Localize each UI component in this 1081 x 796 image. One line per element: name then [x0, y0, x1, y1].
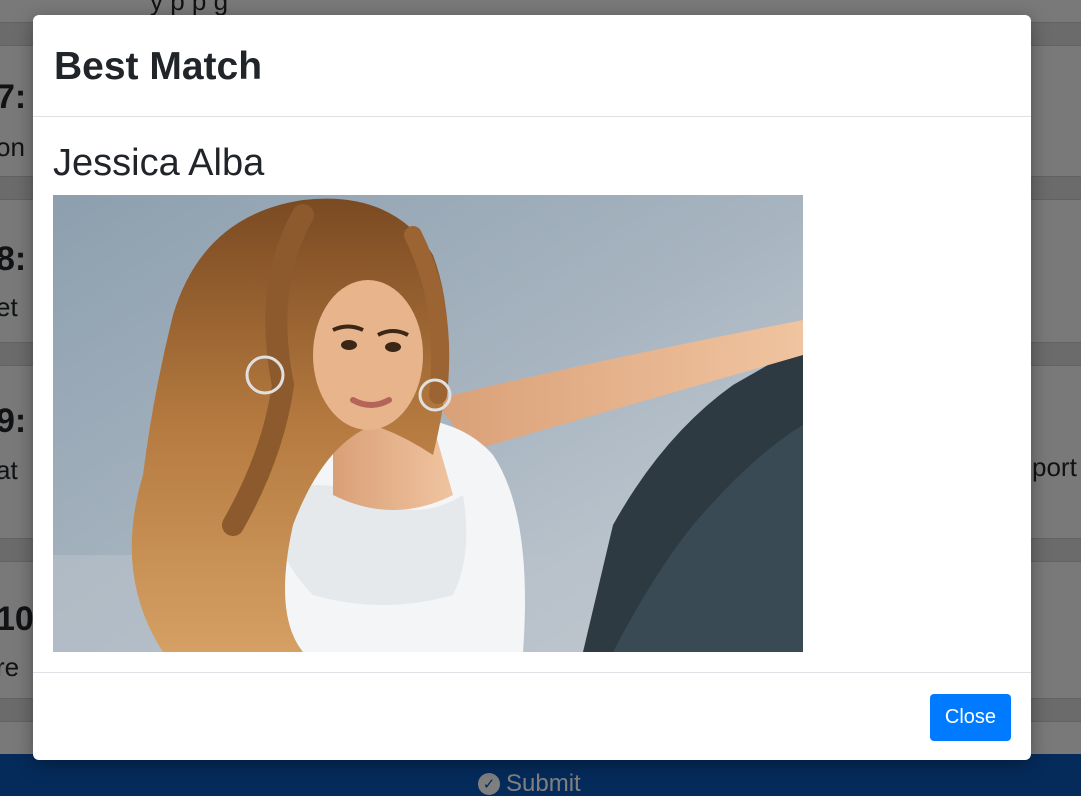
modal-body: Jessica Alba: [33, 117, 1031, 672]
match-name: Jessica Alba: [53, 142, 265, 184]
modal-header: Best Match: [33, 15, 1031, 117]
best-match-modal: Best Match Jessica Alba Close: [33, 15, 1031, 760]
page: y p p g 7: on 8: et 9: at port 10 re ✓ S…: [0, 0, 1081, 796]
modal-footer: Close: [33, 672, 1031, 760]
close-button[interactable]: Close: [930, 694, 1011, 741]
match-photo: [53, 195, 803, 652]
modal-title: Best Match: [54, 45, 263, 88]
